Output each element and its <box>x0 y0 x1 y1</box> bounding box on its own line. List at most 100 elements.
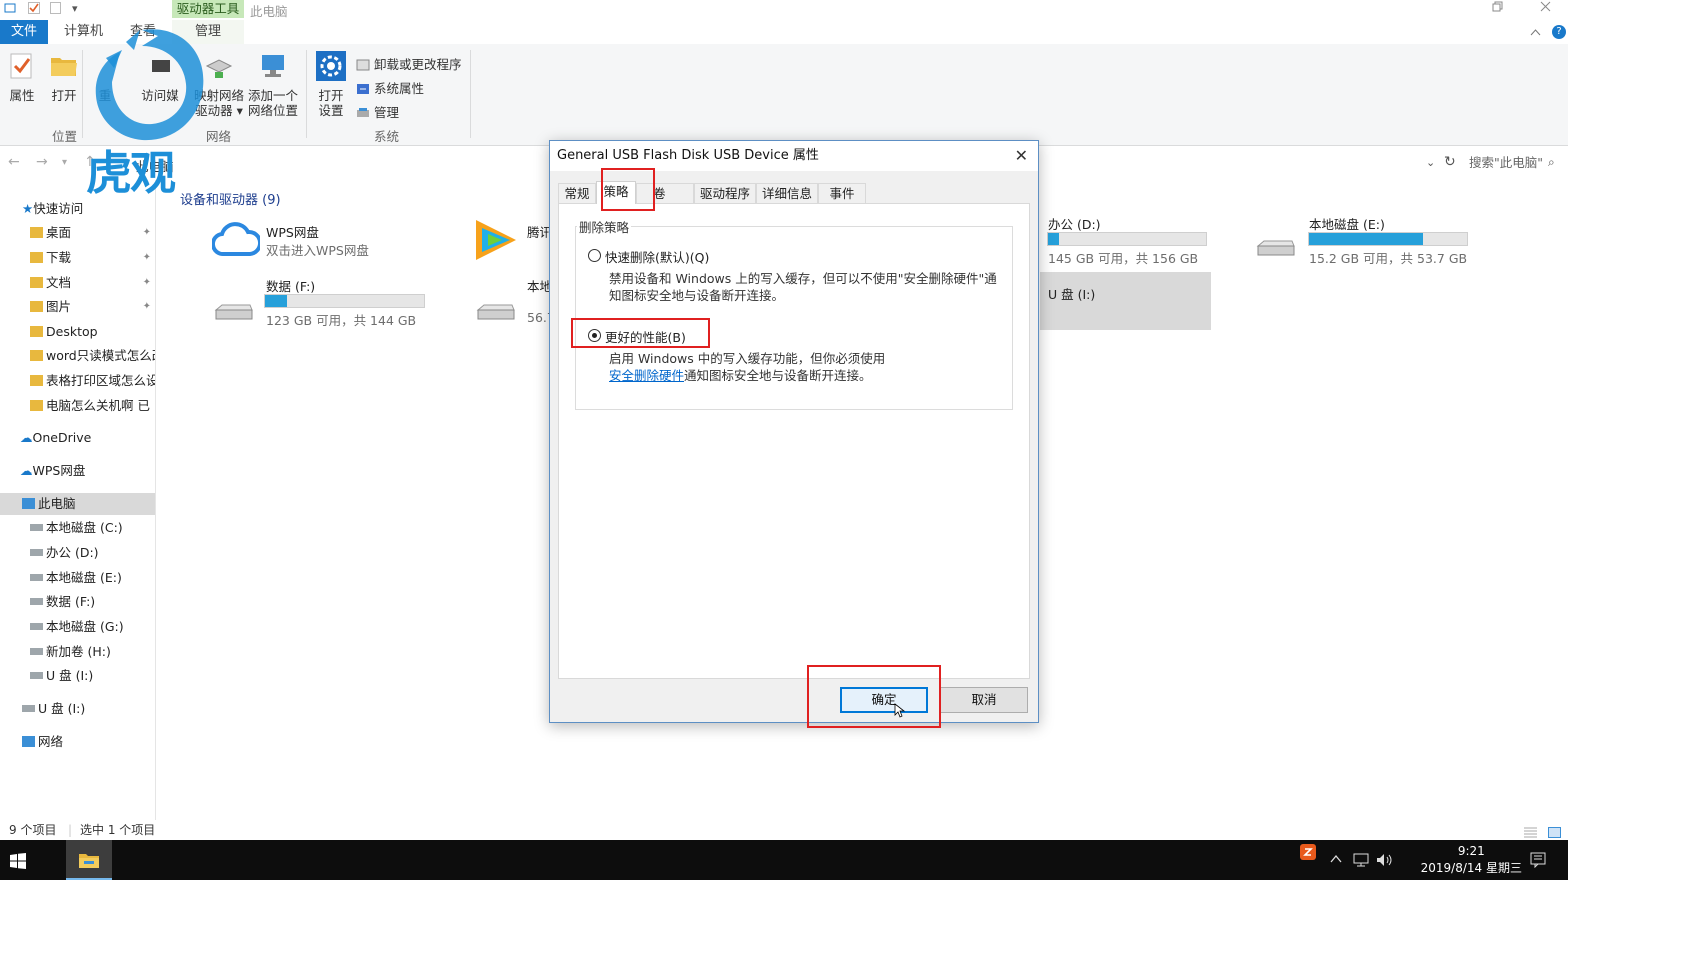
tab-events[interactable]: 事件 <box>818 183 866 203</box>
uninstall-program-button[interactable]: 卸载或更改程序 <box>356 54 462 73</box>
usb-drive-tile-selected[interactable]: U 盘 (I:) <box>1040 272 1211 330</box>
tray-chevron-icon[interactable] <box>1330 853 1342 868</box>
selected-count: 选中 1 个项目 <box>80 823 156 837</box>
tab-file[interactable]: 文件 <box>0 20 48 44</box>
nav-drive-c[interactable]: 本地磁盘 (C:) <box>0 517 156 539</box>
network-status-icon[interactable] <box>1352 853 1370 871</box>
taskbar-file-explorer[interactable] <box>66 840 112 880</box>
tab-policies[interactable]: 策略 <box>596 181 636 204</box>
wps-tile-name[interactable]: WPS网盘 <box>266 222 319 241</box>
nav-item-desktop-folder[interactable]: Desktop <box>0 321 156 343</box>
clock-time: 9:21 <box>1457 844 1485 858</box>
open-button[interactable]: 打开 <box>48 50 80 103</box>
drive-icon <box>30 623 43 630</box>
pin-icon: ✦ <box>142 227 151 238</box>
usb-tile-name: U 盘 (I:) <box>1048 287 1096 302</box>
properties-qat-icon[interactable] <box>28 2 40 17</box>
usb-properties-dialog: General USB Flash Disk USB Device 属性 ✕ 常… <box>549 140 1039 723</box>
forward-arrow-icon[interactable]: → <box>36 154 48 170</box>
collapse-ribbon-icon[interactable] <box>1530 25 1541 39</box>
quick-removal-label[interactable]: 快速删除(默认)(Q) <box>605 247 709 266</box>
open-settings-button[interactable]: 打开 设置 <box>314 50 348 118</box>
new-folder-qat-icon[interactable] <box>50 2 62 17</box>
removal-policy-title: 删除策略 <box>577 217 632 236</box>
nav-item-documents[interactable]: 文档 ✦ <box>0 272 156 294</box>
tiger-logo-icon <box>95 29 204 141</box>
nav-usb-root[interactable]: U 盘 (I:) <box>0 698 156 720</box>
sogou-ime-icon[interactable] <box>1300 844 1316 864</box>
cancel-button[interactable]: 取消 <box>940 687 1028 713</box>
nav-item-pictures[interactable]: 图片 ✦ <box>0 296 156 318</box>
usb-drive-icon <box>30 672 43 679</box>
nav-this-pc[interactable]: 此电脑 <box>0 493 156 515</box>
dialog-close-icon[interactable]: ✕ <box>1015 141 1028 171</box>
status-bar: 9 个项目 | 选中 1 个项目 <box>0 820 1568 840</box>
tab-driver[interactable]: 驱动程序 <box>694 183 756 203</box>
drive-icon <box>214 304 253 320</box>
nav-drive-d[interactable]: 办公 (D:) <box>0 542 156 564</box>
nav-item-print-folder[interactable]: 表格打印区域怎么设 <box>0 370 156 392</box>
ok-button[interactable]: 确定 <box>840 687 928 713</box>
refresh-icon[interactable]: ↻ <box>1444 154 1456 170</box>
drive-d-name[interactable]: 办公 (D:) <box>1048 214 1101 233</box>
drive-tools-context-tab: 驱动器工具 <box>172 0 244 18</box>
folder-icon <box>30 375 43 386</box>
better-performance-label[interactable]: 更好的性能(B) <box>605 327 686 346</box>
nav-wps[interactable]: ☁WPS网盘 <box>0 460 156 482</box>
app-icon[interactable] <box>4 2 16 17</box>
drive-f-usage-fill <box>265 295 288 307</box>
watermark-text: 虎观 <box>86 146 176 200</box>
address-dropdown-icon[interactable]: ⌄ <box>1426 156 1435 169</box>
star-icon: ★ <box>22 201 34 216</box>
nav-drive-f[interactable]: 数据 (F:) <box>0 591 156 613</box>
tab-general[interactable]: 常规 <box>558 183 596 203</box>
windows-start-icon[interactable] <box>10 853 26 869</box>
folder-open-icon <box>51 58 77 76</box>
qat-dropdown-icon[interactable]: ▾ <box>72 2 78 15</box>
wps-tile-sub: 双击进入WPS网盘 <box>266 243 369 258</box>
nav-drive-g[interactable]: 本地磁盘 (G:) <box>0 616 156 638</box>
add-network-location-button[interactable]: 添加一个 网络位置 <box>247 50 299 118</box>
group-label-location: 位置 <box>52 129 78 144</box>
drive-e-sub: 15.2 GB 可用，共 53.7 GB <box>1309 251 1468 266</box>
nav-item-desktop[interactable]: 桌面 ✦ <box>0 222 156 244</box>
tab-volumes[interactable]: 卷 <box>636 183 694 203</box>
drive-icon <box>30 648 43 655</box>
safely-remove-hardware-link[interactable]: 安全删除硬件 <box>609 368 684 383</box>
nav-item-downloads[interactable]: 下载 ✦ <box>0 247 156 269</box>
tab-details[interactable]: 详细信息 <box>756 183 818 203</box>
drive-f-name[interactable]: 数据 (F:) <box>266 276 315 295</box>
nav-drive-i[interactable]: U 盘 (I:) <box>0 665 156 687</box>
drive-icon <box>30 574 43 581</box>
notification-center-icon[interactable] <box>1530 852 1546 872</box>
drive-icon <box>1256 240 1295 256</box>
drive-icon <box>30 524 43 531</box>
ribbon: 属性 打开 重 访问媒 映射网络 驱动器 ▾ 添加一个 网络位置 打开 设置 卸… <box>0 44 1568 146</box>
nav-network[interactable]: 网络 <box>0 731 156 753</box>
manage-button[interactable]: 管理 <box>356 102 399 121</box>
network-location-icon <box>262 55 284 77</box>
properties-button[interactable]: 属性 <box>6 50 38 103</box>
nav-drive-h[interactable]: 新加卷 (H:) <box>0 641 156 663</box>
better-performance-radio[interactable] <box>588 329 601 342</box>
system-properties-button[interactable]: 系统属性 <box>356 78 424 97</box>
ribbon-separator <box>306 50 307 138</box>
volume-icon[interactable] <box>1376 853 1394 871</box>
recent-dropdown-icon[interactable]: ▾ <box>62 157 67 168</box>
nav-onedrive[interactable]: ☁OneDrive <box>0 427 156 449</box>
quick-removal-description: 禁用设备和 Windows 上的写入缓存，但可以不使用"安全删除硬件"通 知图标… <box>609 271 997 303</box>
nav-item-shutdown-folder[interactable]: 电脑怎么关机啊 已 <box>0 395 156 417</box>
taskbar: 9:21 2019/8/14 星期三 <box>0 840 1568 880</box>
nav-drive-e[interactable]: 本地磁盘 (E:) <box>0 567 156 589</box>
quick-removal-radio[interactable] <box>588 249 601 262</box>
taskbar-clock[interactable]: 9:21 2019/8/14 星期三 <box>1421 843 1522 877</box>
pane-divider <box>155 180 156 820</box>
restore-icon[interactable] <box>1492 1 1503 15</box>
close-window-icon[interactable] <box>1540 1 1551 15</box>
back-arrow-icon[interactable]: ← <box>8 154 20 170</box>
drive-e-name[interactable]: 本地磁盘 (E:) <box>1309 214 1385 233</box>
help-icon[interactable]: ? <box>1552 25 1566 39</box>
nav-item-word-folder[interactable]: word只读模式怎么改 <box>0 345 156 367</box>
manage-icon <box>357 108 369 117</box>
tencent-video-icon <box>476 220 516 260</box>
